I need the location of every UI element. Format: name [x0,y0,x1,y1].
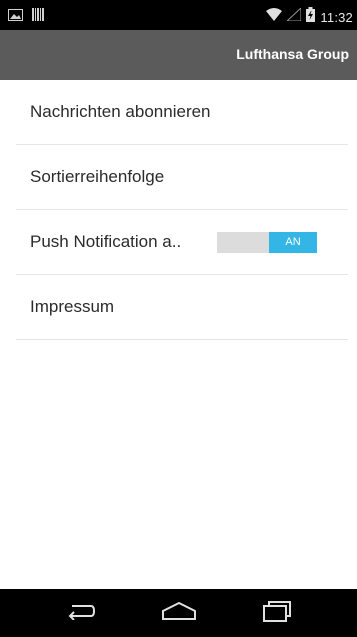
settings-list: Nachrichten abonnieren Sortierreihenfolg… [16,80,348,340]
signal-icon [286,6,302,26]
push-notification-toggle[interactable]: AN [217,232,317,253]
back-button[interactable] [51,597,111,629]
recent-apps-button[interactable] [247,597,307,629]
toggle-on-label: AN [269,232,317,253]
list-item-label: Nachrichten abonnieren [30,102,211,121]
battery-charging-icon [306,7,316,27]
navigation-bar [0,589,357,637]
status-time: 11:32 [320,9,353,25]
screenshot-icon [8,8,23,26]
status-left [8,8,44,26]
list-item-label: Sortierreihenfolge [30,167,165,186]
barcode-icon [32,8,44,26]
list-item-label: Push Notification a.. [30,232,182,251]
status-bar: 11:32 [0,0,357,30]
list-item-nachrichten-abonnieren[interactable]: Nachrichten abonnieren [16,80,348,145]
wifi-icon [266,8,283,26]
home-icon [161,601,197,625]
list-item-impressum[interactable]: Impressum [16,275,348,340]
home-button[interactable] [149,597,209,629]
list-item-label: Impressum [30,297,115,316]
status-right: 11:32 [266,6,353,27]
back-icon [66,602,96,625]
list-item-push-notification[interactable]: Push Notification a.. AN [16,210,348,275]
action-bar: Lufthansa Group [0,30,357,80]
recent-apps-icon [262,600,292,627]
list-item-sortierreihenfolge[interactable]: Sortierreihenfolge [16,145,348,210]
brand-title: Lufthansa Group [236,46,349,62]
